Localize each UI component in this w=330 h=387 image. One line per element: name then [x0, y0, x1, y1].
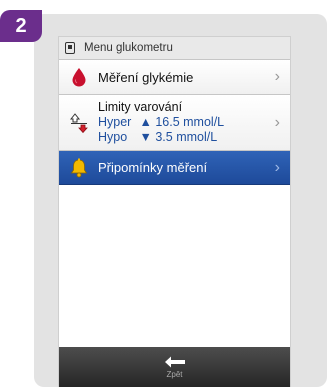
menu-item-label: Připomínky měření	[98, 160, 208, 175]
hypo-label: Hypo	[98, 130, 128, 144]
menu-item-label: Limity varování	[98, 100, 183, 114]
menu-item-label: Měření glykémie	[98, 69, 194, 85]
hyper-value: 16.5 mmol/L	[155, 115, 225, 129]
hyper-limit: Hyper ▲ 16.5 mmol/L	[98, 115, 224, 130]
glucometer-screen: Menu glukometru Měření glykémie › Limity…	[58, 36, 291, 387]
title-bar: Menu glukometru	[59, 37, 290, 60]
hypo-value: 3.5 mmol/L	[155, 130, 218, 144]
warning-limits-block: Limity varování Hyper ▲ 16.5 mmol/L Hypo…	[98, 100, 224, 145]
instruction-figure: 2 Menu glukometru Měření glykémie › Limi…	[0, 0, 330, 387]
step-number-badge: 2	[0, 10, 42, 42]
bell-icon	[66, 158, 92, 178]
screen-title: Menu glukometru	[84, 42, 173, 54]
back-button-label[interactable]: Zpět	[166, 370, 182, 379]
hyper-label: Hyper	[98, 115, 132, 129]
meter-icon	[65, 42, 75, 54]
menu-item-glucose-measurement[interactable]: Měření glykémie ›	[59, 60, 290, 95]
chevron-right-icon: ›	[274, 113, 280, 131]
menu-item-warning-limits[interactable]: Limity varování Hyper ▲ 16.5 mmol/L Hypo…	[59, 95, 290, 151]
footer-bar: Zpět	[59, 347, 290, 387]
chevron-right-icon: ›	[274, 158, 280, 176]
warning-limits-icon	[66, 112, 92, 133]
down-arrow-icon: ▼	[139, 130, 152, 144]
chevron-right-icon: ›	[274, 68, 280, 85]
hypo-limit: Hypo ▼ 3.5 mmol/L	[98, 130, 224, 145]
back-arrow-icon[interactable]	[164, 355, 186, 368]
menu-item-measurement-reminders[interactable]: Připomínky měření ›	[59, 151, 290, 185]
up-arrow-icon: ▲	[139, 115, 152, 129]
blood-drop-icon	[66, 67, 92, 87]
